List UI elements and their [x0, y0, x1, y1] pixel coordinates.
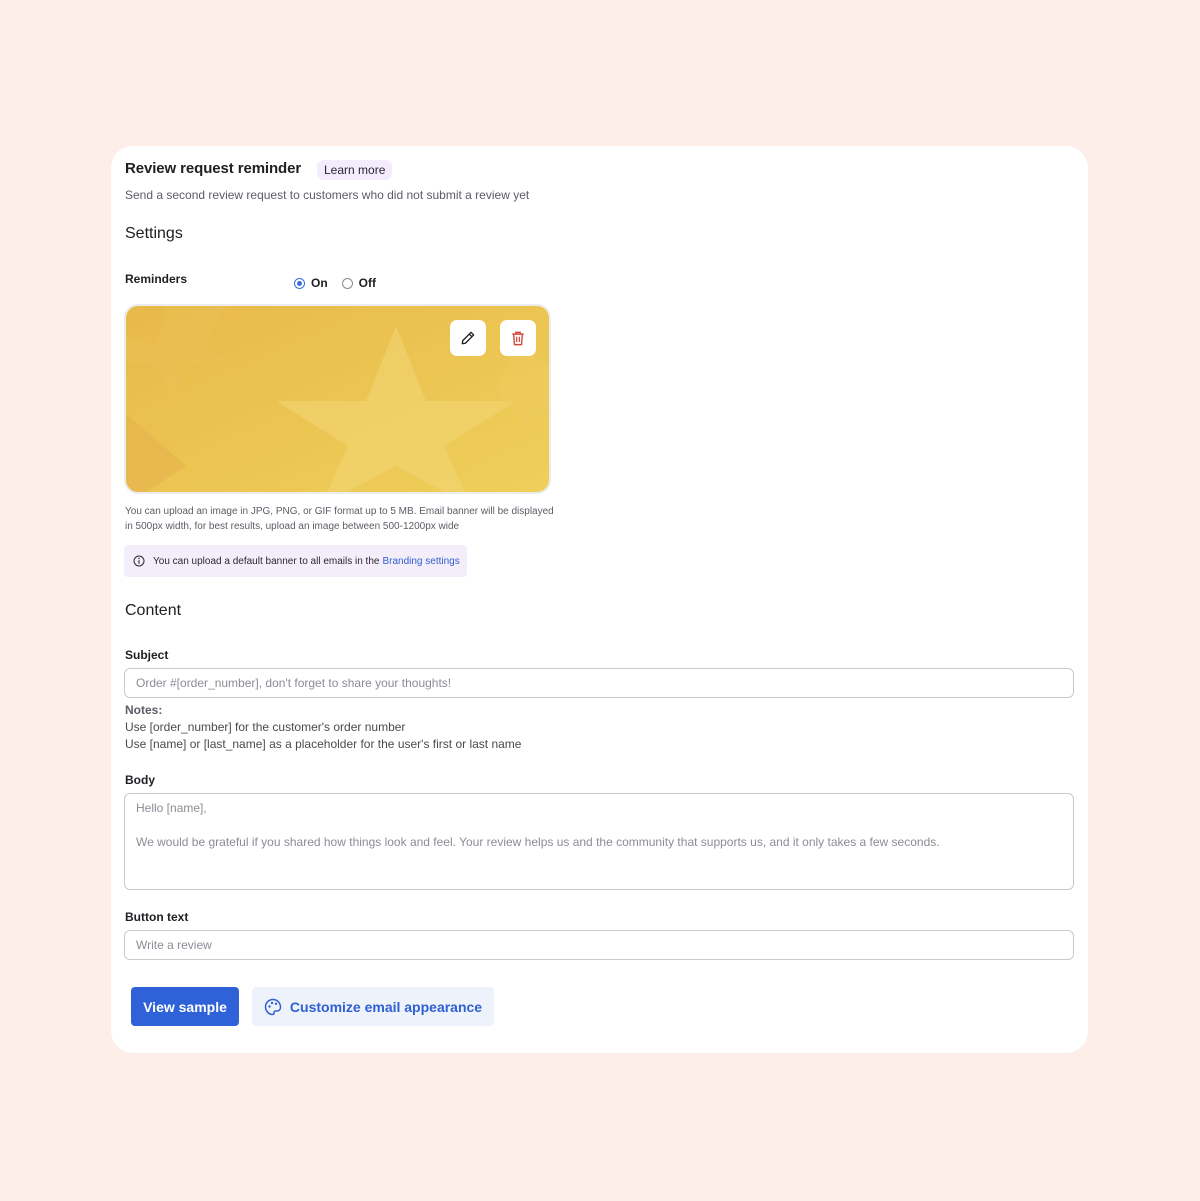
subject-notes: Notes: Use [order_number] for the custom…	[125, 702, 521, 753]
customize-email-button[interactable]: Customize email appearance	[252, 987, 494, 1026]
subject-input[interactable]: Order #[order_number], don't forget to s…	[124, 668, 1074, 698]
settings-card: Review request reminder Learn more Send …	[111, 146, 1088, 1053]
settings-heading: Settings	[125, 225, 183, 242]
content-heading: Content	[125, 602, 182, 619]
notes-line: Use [name] or [last_name] as a placehold…	[125, 737, 522, 751]
reminders-label: Reminders	[125, 272, 188, 286]
body-line: We would be grateful if you shared how t…	[136, 835, 940, 849]
page-title: Review request reminder	[125, 160, 302, 177]
view-sample-button[interactable]: View sample	[131, 987, 239, 1026]
notes-line: Use [order_number] for the customer's or…	[125, 720, 406, 734]
subject-label: Subject	[125, 648, 169, 662]
banner-help-text: You can upload an image in JPG, PNG, or …	[125, 506, 554, 532]
radio-off-label: Off	[358, 276, 376, 290]
learn-more-link[interactable]: Learn more	[317, 160, 393, 180]
trash-icon	[512, 331, 524, 345]
branding-info-box: You can upload a default banner to all e…	[124, 545, 467, 577]
radio-on[interactable]	[294, 277, 305, 289]
body-line: Hello [name],	[136, 801, 207, 815]
radio-on-label: On	[311, 276, 328, 290]
customize-label: Customize email appearance	[289, 998, 483, 1015]
palette-icon	[264, 998, 282, 1015]
reminders-radio-group: On Off	[294, 276, 390, 290]
body-textarea[interactable]: Hello [name], We would be grateful if yo…	[124, 793, 1074, 890]
radio-on-option[interactable]: On	[294, 276, 328, 290]
radio-off[interactable]	[341, 277, 353, 289]
branding-settings-link[interactable]: Branding settings	[382, 556, 459, 567]
button-text-input[interactable]: Write a review	[124, 930, 1074, 960]
notes-title: Notes:	[125, 703, 163, 717]
page-subtitle: Send a second review request to customer…	[125, 188, 530, 202]
email-banner-image	[124, 304, 551, 494]
edit-banner-button[interactable]	[450, 320, 486, 356]
delete-banner-button[interactable]	[500, 320, 536, 356]
info-text: You can upload a default banner to all e…	[153, 555, 380, 567]
radio-off-option[interactable]: Off	[341, 276, 376, 290]
info-icon	[133, 555, 145, 567]
body-label: Body	[125, 773, 155, 787]
pencil-icon	[461, 331, 475, 345]
button-text-label: Button text	[125, 910, 189, 924]
